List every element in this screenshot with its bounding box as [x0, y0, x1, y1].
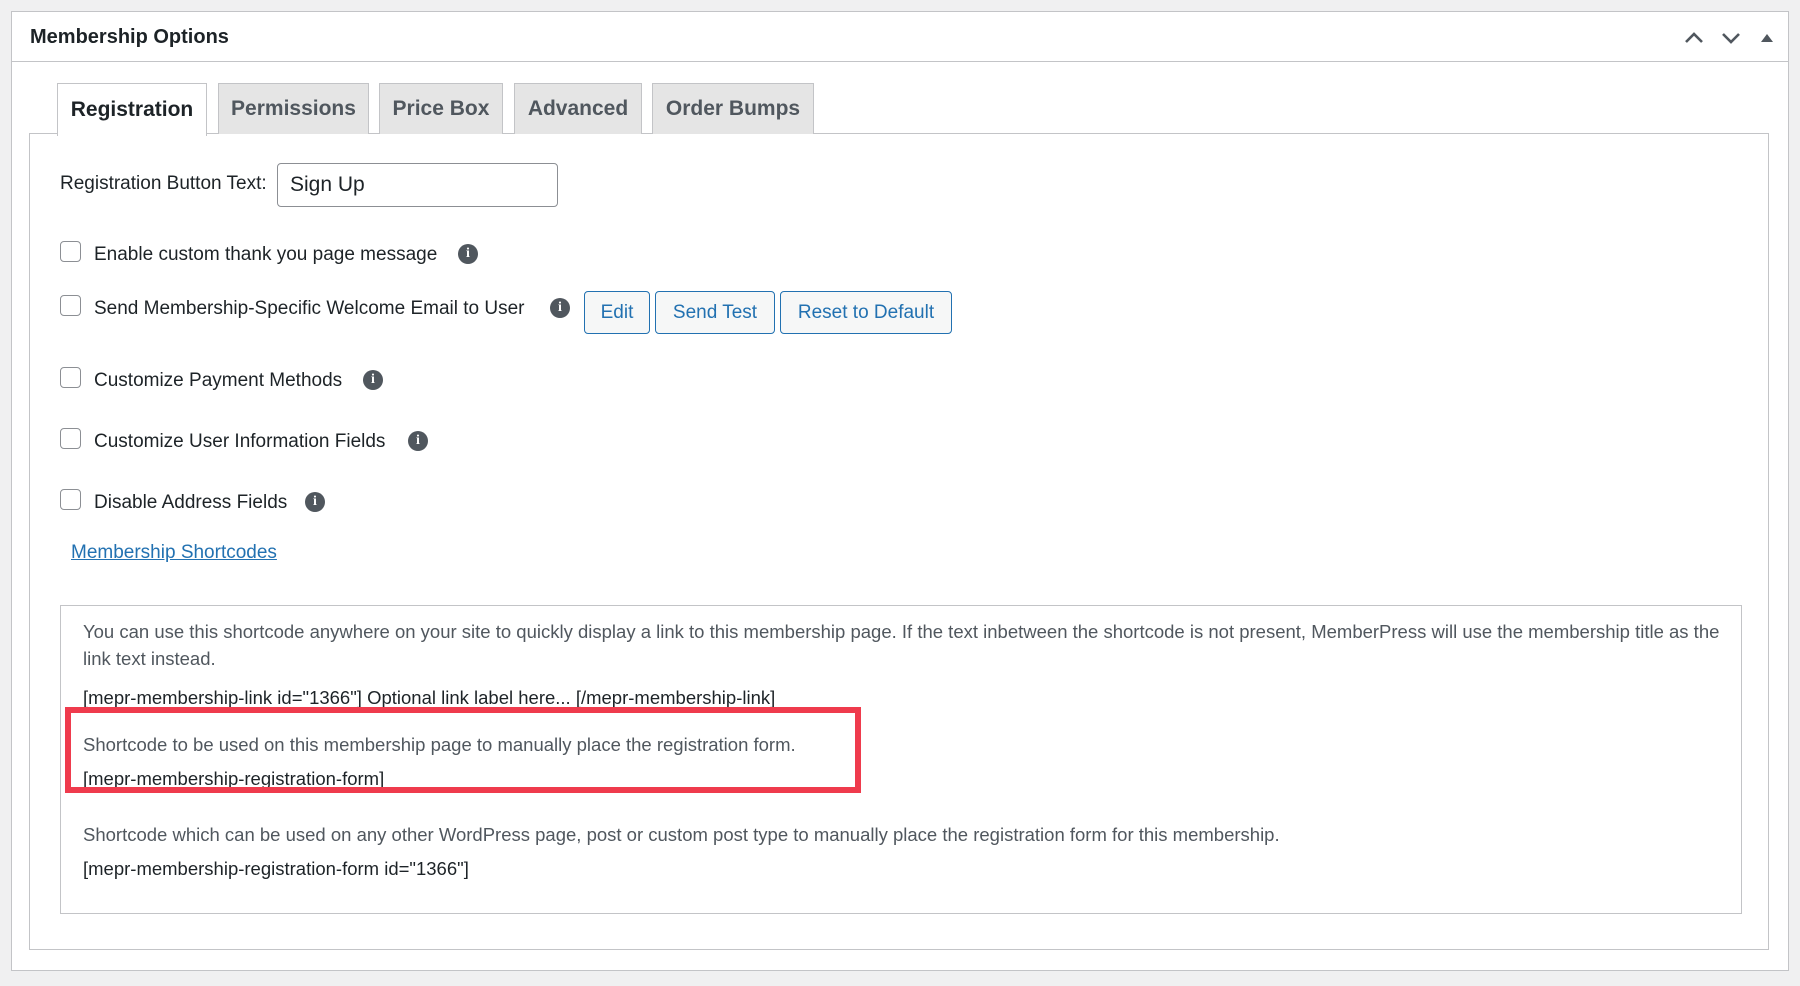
edit-email-button[interactable]: Edit [584, 291, 650, 334]
info-icon[interactable]: i [458, 244, 478, 264]
registration-button-text-label: Registration Button Text: [60, 173, 267, 194]
info-icon[interactable]: i [550, 298, 570, 318]
customize-user-info-fields-label: Customize User Information Fields [94, 431, 386, 452]
membership-options-metabox: Membership Options Registration Permissi… [11, 11, 1789, 971]
enable-thank-you-message-label: Enable custom thank you page message [94, 244, 438, 265]
chevron-down-icon [1722, 33, 1740, 44]
enable-thank-you-message-checkbox[interactable] [60, 241, 81, 262]
other-page-shortcode-description: Shortcode which can be used on any other… [83, 824, 1280, 845]
link-shortcode: [mepr-membership-link id="1366"] Optiona… [83, 687, 776, 708]
reset-email-button[interactable]: Reset to Default [780, 291, 952, 334]
tab-advanced[interactable]: Advanced [514, 83, 642, 134]
tab-price-box[interactable]: Price Box [379, 83, 503, 134]
move-up-button[interactable] [1680, 24, 1708, 52]
customize-user-info-fields-checkbox[interactable] [60, 428, 81, 449]
customize-payment-methods-label: Customize Payment Methods [94, 370, 343, 391]
metabox-header: Membership Options [12, 12, 1788, 62]
highlight-annotation [65, 707, 861, 793]
toggle-panel-button[interactable] [1753, 24, 1781, 52]
disable-address-fields-checkbox[interactable] [60, 489, 81, 510]
info-icon[interactable]: i [408, 431, 428, 451]
disable-address-fields-label: Disable Address Fields [94, 492, 288, 513]
welcome-email-checkbox[interactable] [60, 295, 81, 316]
chevron-up-icon [1685, 32, 1703, 43]
customize-payment-methods-checkbox[interactable] [60, 367, 81, 388]
info-icon[interactable]: i [305, 492, 325, 512]
link-shortcode-description: You can use this shortcode anywhere on y… [83, 621, 1720, 669]
welcome-email-label: Send Membership-Specific Welcome Email t… [94, 298, 525, 319]
other-page-shortcode: [mepr-membership-registration-form id="1… [83, 858, 469, 879]
membership-shortcodes-link[interactable]: Membership Shortcodes [71, 542, 277, 564]
triangle-up-icon [1761, 34, 1773, 42]
move-down-button[interactable] [1717, 24, 1745, 52]
tab-registration[interactable]: Registration [57, 83, 207, 136]
metabox-title: Membership Options [30, 26, 229, 48]
tab-order-bumps[interactable]: Order Bumps [652, 83, 814, 134]
registration-button-text-input[interactable] [277, 163, 558, 207]
info-icon[interactable]: i [363, 370, 383, 390]
send-test-email-button[interactable]: Send Test [655, 291, 775, 334]
tab-permissions[interactable]: Permissions [218, 83, 369, 134]
